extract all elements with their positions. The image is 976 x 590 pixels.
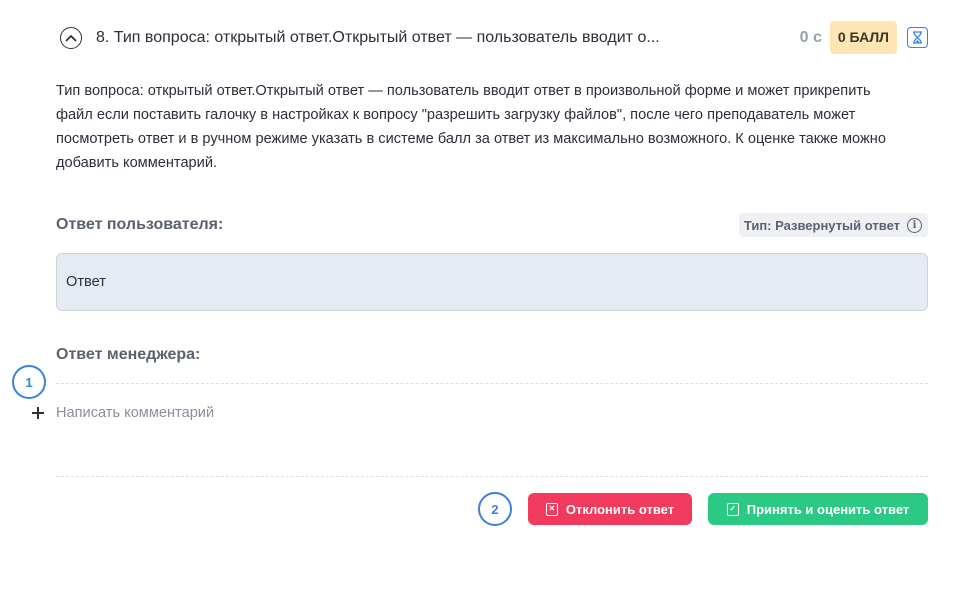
question-header: 8. Тип вопроса: открытый ответ.Открытый …: [60, 21, 928, 54]
plus-icon: [30, 405, 46, 421]
answer-type-label: Тип: Развернутый ответ: [743, 217, 900, 233]
user-answer-label: Ответ пользователя:: [56, 216, 224, 233]
question-title[interactable]: 8. Тип вопроса: открытый ответ.Открытый …: [96, 29, 800, 47]
hourglass-icon: [913, 31, 922, 44]
score-badge: 0 БАЛЛ: [829, 21, 897, 54]
step-marker-1: 1: [12, 365, 46, 399]
step-marker-2: 2: [478, 492, 512, 526]
accept-answer-label: Принять и оценить ответ: [746, 501, 910, 517]
user-answer-field: Ответ: [56, 253, 928, 311]
collapse-button[interactable]: [60, 26, 82, 49]
accept-answer-button[interactable]: ✓ Принять и оценить ответ: [708, 493, 928, 525]
chevron-up-icon: [65, 34, 77, 41]
divider: [56, 383, 928, 384]
info-icon[interactable]: i: [907, 217, 922, 233]
divider: [56, 476, 928, 477]
answer-type-tag: Тип: Развернутый ответ i: [738, 213, 928, 237]
reject-doc-icon: ✕: [545, 502, 558, 516]
check-square-icon: ✓: [726, 502, 739, 516]
reject-answer-label: Отклонить ответ: [565, 501, 675, 517]
manager-answer-label: Ответ менеджера:: [56, 346, 201, 363]
timer-button[interactable]: [907, 27, 928, 48]
reject-answer-button[interactable]: ✕ Отклонить ответ: [528, 493, 692, 525]
add-comment-button[interactable]: Написать комментарий: [30, 405, 214, 421]
add-comment-label: Написать комментарий: [56, 405, 215, 421]
question-description: Тип вопроса: открытый ответ.Открытый отв…: [56, 83, 886, 171]
question-timer: 0 с: [799, 28, 822, 46]
